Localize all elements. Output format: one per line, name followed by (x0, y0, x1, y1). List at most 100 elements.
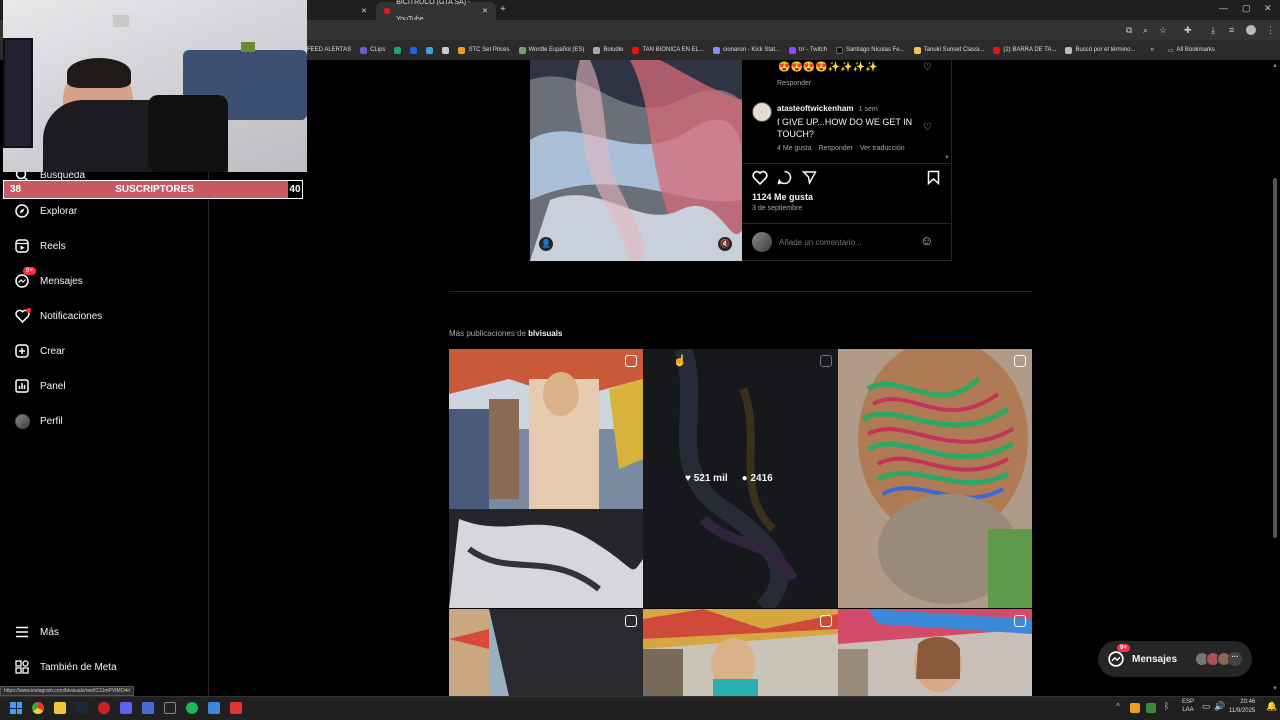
profile-avatar-icon[interactable] (1246, 25, 1256, 35)
bookmark[interactable] (394, 46, 402, 54)
close-icon[interactable]: ✕ (482, 3, 488, 20)
language-indicator[interactable]: ESP LAA (1182, 698, 1194, 714)
clock-time: 20:46 (1240, 699, 1256, 705)
all-bookmarks[interactable]: ▭ All Bookmarks (1168, 47, 1215, 54)
comment-username[interactable]: atasteoftwickenham (777, 104, 853, 113)
bookmark[interactable]: cionaron - Kick Stat... (713, 46, 780, 54)
bookmarks-overflow-icon[interactable]: » (1151, 47, 1154, 53)
messages-floating-button[interactable]: 9+ Mensajes ··· (1098, 641, 1252, 677)
comment-icon[interactable] (777, 170, 792, 190)
bookmark[interactable] (442, 46, 450, 54)
chrome-icon[interactable] (32, 702, 44, 714)
grid-post[interactable] (838, 609, 1032, 696)
page-scrollbar[interactable] (1273, 178, 1277, 538)
comment-likes[interactable]: 4 Me gusta (777, 145, 812, 152)
sidebar-item-mas[interactable]: Más (14, 624, 59, 640)
grid-post[interactable] (643, 609, 838, 696)
share-icon[interactable] (801, 170, 817, 190)
bookmark-label: TAN BIONICA EN EL... (642, 47, 705, 53)
windows-start-icon[interactable] (10, 702, 22, 714)
likes-count[interactable]: 1124 Me gusta (752, 192, 813, 202)
browser-tab[interactable]: ✕ (300, 2, 375, 20)
more-posts-username[interactable]: blvisuals (528, 329, 562, 338)
bookmark[interactable]: CLips (360, 46, 385, 54)
close-icon[interactable]: ✕ (361, 3, 367, 20)
reply-link[interactable]: Responder (819, 145, 853, 152)
scroll-down-icon[interactable]: ▼ (944, 155, 950, 161)
grid-post[interactable] (838, 349, 1032, 608)
bookmark[interactable]: (2) BARRA DE TA... (993, 46, 1056, 54)
download-icon[interactable]: ⤓ (1211, 25, 1215, 36)
sidebar-item-perfil[interactable]: Perfil (14, 413, 63, 429)
notifications-icon[interactable]: 🔔 (1266, 701, 1277, 712)
grid-post[interactable] (449, 349, 643, 608)
bookmark[interactable]: FEED ALERTAS (307, 47, 351, 53)
browser-tab-youtube[interactable]: BICITRUCO (GTA SA) - YouTube ✕ (376, 0, 496, 23)
clock[interactable]: 20:46 11/9/2025 (1229, 698, 1255, 716)
kebab-menu-icon[interactable]: ⋮ (1266, 25, 1275, 36)
app-icon[interactable] (208, 702, 220, 714)
display-icon[interactable]: ▭ (1202, 701, 1211, 712)
close-window-icon[interactable]: ✕ (1264, 3, 1272, 14)
zoom-icon[interactable]: ⌕ (1143, 25, 1148, 36)
volume-icon[interactable]: 🔊 (1214, 701, 1225, 712)
bookmark[interactable]: Santiago Nicolas Fe... (835, 46, 905, 54)
scroll-up-icon[interactable]: ▲ (1272, 63, 1278, 69)
tray-overflow-icon[interactable]: ^ (1116, 702, 1120, 711)
maximize-icon[interactable]: ▢ (1242, 3, 1251, 14)
bookmark-icon (913, 46, 921, 54)
grid-post-hovered[interactable]: ♥ 521 mil ● 2416 (643, 349, 838, 608)
emoji-icon[interactable]: ☺ (920, 233, 933, 248)
tray-app-icon[interactable] (1146, 703, 1156, 713)
sidebar-item-explorar[interactable]: Explorar (14, 203, 77, 219)
reel-icon (1014, 355, 1026, 367)
app-icon[interactable] (142, 702, 154, 714)
bookmark[interactable] (410, 46, 418, 54)
reply-link[interactable]: Responder (777, 80, 811, 87)
file-explorer-icon[interactable] (54, 702, 66, 714)
like-comment-icon[interactable]: ♡ (923, 122, 932, 133)
chart-icon (14, 378, 30, 394)
translate-link[interactable]: Ver traducción (860, 145, 905, 152)
bookmark[interactable]: Tanuki Sunset Classi... (913, 46, 984, 54)
reel-icon (1014, 615, 1026, 627)
bluetooth-icon[interactable]: ᛒ (1164, 701, 1169, 711)
obs-icon[interactable] (164, 702, 176, 714)
avatar[interactable] (752, 102, 772, 122)
discord-icon[interactable] (120, 702, 132, 714)
minimize-icon[interactable]: — (1219, 3, 1228, 13)
install-icon[interactable]: ⧉ (1126, 25, 1132, 36)
bookmark-label: STC Set Prices (468, 47, 510, 53)
menu-list-icon[interactable]: ≡ (1229, 25, 1234, 35)
star-icon[interactable]: ☆ (1159, 25, 1167, 36)
bookmark[interactable]: trr - Twitch (789, 46, 827, 54)
sidebar-item-notificaciones[interactable]: Notificaciones (14, 308, 102, 324)
bookmark[interactable]: Boludle (593, 46, 623, 54)
bookmark[interactable]: Buscó por el término... (1065, 46, 1136, 54)
sidebar-item-mensajes[interactable]: 9+ Mensajes (14, 267, 83, 289)
like-comment-icon[interactable]: ♡ (923, 62, 932, 73)
grid-post[interactable] (449, 609, 643, 696)
post-media[interactable]: 👤 🔇 (530, 60, 742, 261)
save-icon[interactable] (927, 170, 940, 190)
comment-input[interactable] (779, 236, 909, 248)
user-tag-icon[interactable]: 👤 (539, 237, 553, 251)
spotify-icon[interactable] (186, 702, 198, 714)
sidebar-item-panel[interactable]: Panel (14, 378, 66, 394)
sidebar-item-tambien-de-meta[interactable]: También de Meta (14, 659, 117, 675)
mute-icon[interactable]: 🔇 (718, 237, 732, 251)
sidebar-item-crear[interactable]: Crear (14, 343, 65, 359)
sidebar-item-reels[interactable]: Reels (14, 238, 66, 254)
bookmark[interactable]: STC Set Prices (458, 46, 510, 54)
tray-app-icon[interactable] (1130, 703, 1140, 713)
bookmark[interactable]: TAN BIONICA EN EL... (632, 46, 705, 54)
scroll-down-icon[interactable]: ▼ (1272, 686, 1278, 692)
app-icon[interactable] (230, 702, 242, 714)
extensions-icon[interactable]: ✚ (1184, 25, 1192, 36)
new-tab-button[interactable]: + (500, 4, 506, 15)
app-icon[interactable] (98, 702, 110, 714)
steam-icon[interactable] (76, 702, 88, 714)
like-icon[interactable] (752, 170, 768, 190)
bookmark[interactable] (426, 46, 434, 54)
bookmark[interactable]: Wordle Español (ES) (518, 46, 584, 54)
